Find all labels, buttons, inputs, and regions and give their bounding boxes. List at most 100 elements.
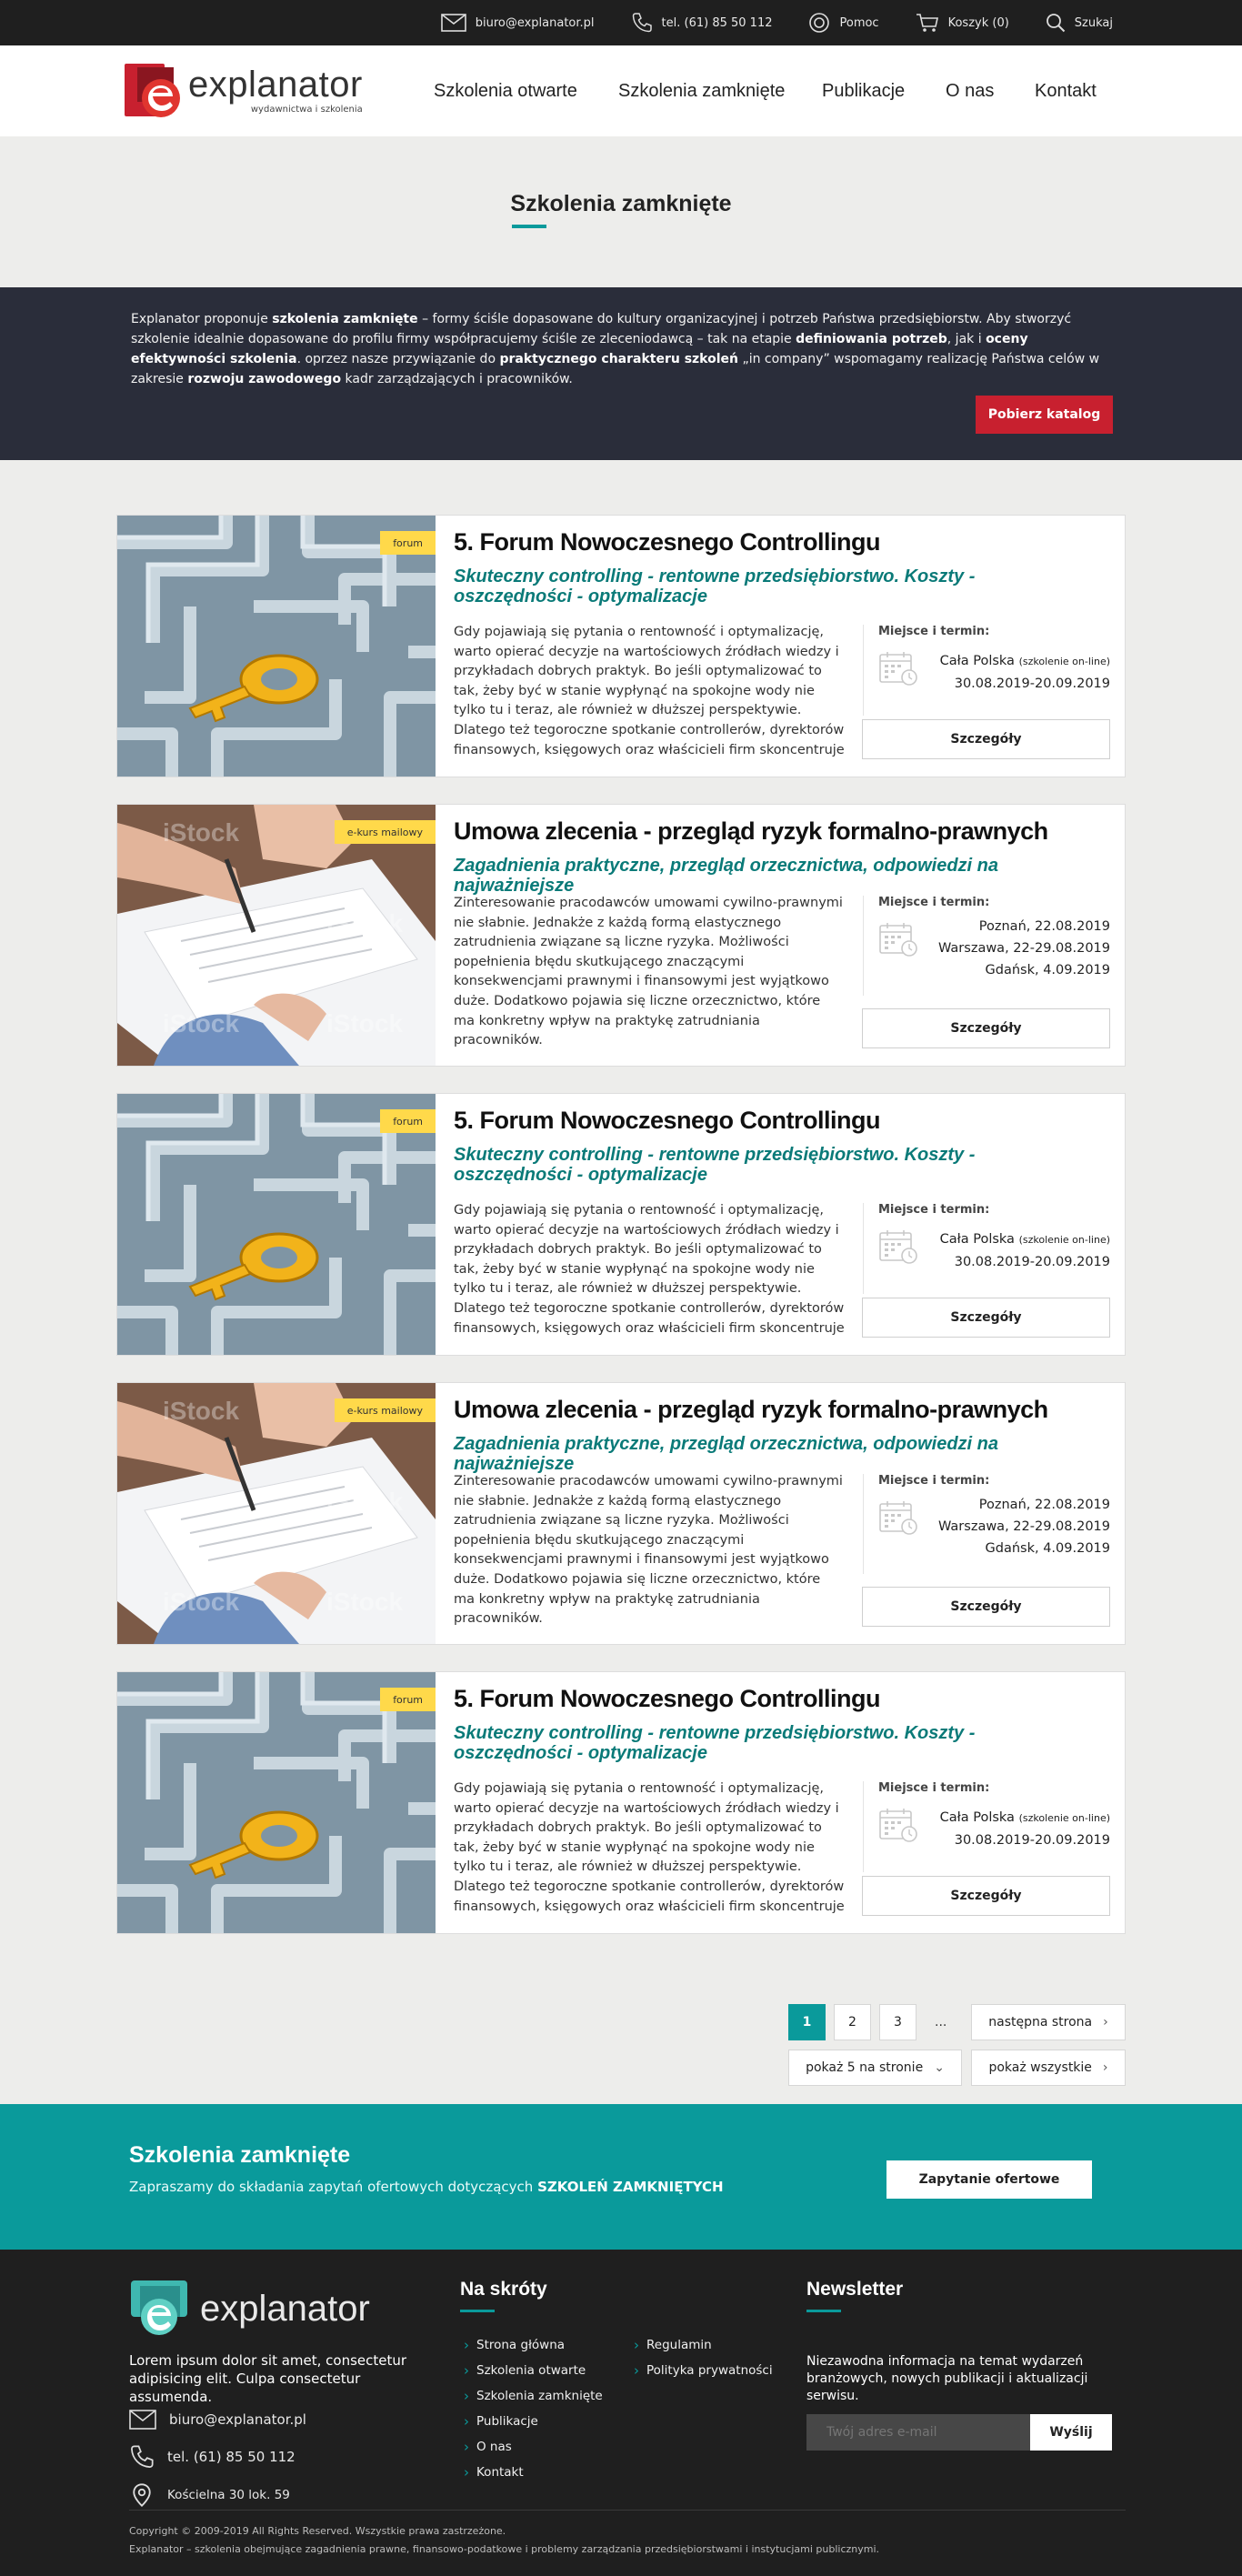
training-image[interactable]: iStock iStock iStock iStock e-kurs mailowy: [117, 805, 436, 1066]
footer-logo[interactable]: explanator: [129, 2279, 370, 2339]
svg-text:iStock: iStock: [326, 1488, 403, 1516]
training-date-list: Poznań, 22.08.2019 Warszawa, 22-29.08.201…: [938, 916, 1110, 981]
training-title[interactable]: Umowa zlecenia - przegląd ryzyk formalno…: [454, 817, 1048, 846]
training-dates: 30.08.2019-20.09.2019: [954, 677, 1110, 691]
footer-copyright: Copyright © 2009-2019 All Rights Reserve…: [129, 2525, 506, 2537]
topbar-search-link[interactable]: Szukaj: [1046, 13, 1113, 33]
topbar-help-text: Pomoc: [839, 15, 879, 30]
training-date-line: Gdańsk, 4.09.2019: [985, 1541, 1110, 1556]
calendar-icon: [878, 1499, 918, 1539]
page-button-3[interactable]: 3: [879, 2004, 916, 2040]
training-date-line: Poznań, 22.08.2019: [978, 1498, 1110, 1512]
topbar-email-link[interactable]: biuro@explanator.pl: [440, 14, 595, 32]
place-time-label: Miejsce i termin:: [878, 896, 990, 909]
topbar-cart-link[interactable]: Koszyk (0): [916, 13, 1009, 33]
training-image[interactable]: forum: [117, 1094, 436, 1355]
training-title[interactable]: 5. Forum Nowoczesnego Controllingu: [454, 1107, 881, 1135]
nav-szkolenia-otwarte[interactable]: Szkolenia otwarte: [434, 81, 577, 102]
training-subtitle: Skuteczny controlling - rentowne przedsi…: [454, 566, 976, 606]
training-title[interactable]: Umowa zlecenia - przegląd ryzyk formalno…: [454, 1396, 1048, 1424]
nav-kontakt[interactable]: Kontakt: [1035, 81, 1097, 102]
training-image[interactable]: iStock iStock iStock iStock e-kurs mailowy: [117, 1383, 436, 1644]
footer-newsletter-underline: [806, 2310, 841, 2312]
training-details-button[interactable]: Szczegóły: [862, 1298, 1110, 1338]
training-type-badge: e-kurs mailowy: [334, 820, 436, 844]
topbar-phone-text: tel. (61) 85 50 112: [661, 15, 773, 30]
training-image[interactable]: forum: [117, 1672, 436, 1933]
svg-text:iStock: iStock: [163, 1588, 239, 1616]
intro-text: Explanator proponuje szkolenia zamknięte…: [131, 312, 1100, 386]
training-place: Cała Polska (szkolenie on-line): [939, 1232, 1110, 1247]
training-details-button[interactable]: Szczegóły: [862, 1876, 1110, 1916]
newsletter-submit-button[interactable]: Wyślij: [1030, 2414, 1112, 2451]
training-title[interactable]: 5. Forum Nowoczesnego Controllingu: [454, 528, 881, 556]
page-button-2[interactable]: 2: [834, 2004, 871, 2040]
footer-link-o-nas[interactable]: O nas: [464, 2439, 512, 2455]
nav-publikacje[interactable]: Publikacje: [822, 81, 905, 102]
svg-text:iStock: iStock: [326, 909, 403, 937]
next-page-button[interactable]: następna strona ›: [971, 2004, 1126, 2040]
chevron-right-icon: ›: [1102, 2060, 1108, 2075]
download-catalog-button[interactable]: Pobierz katalog: [976, 396, 1113, 434]
show-all-button[interactable]: pokaż wszystkie ›: [971, 2050, 1126, 2086]
footer-link-publikacje[interactable]: Publikacje: [464, 2413, 538, 2430]
cta-band: Szkolenia zamknięte Zapraszamy do składa…: [0, 2104, 1242, 2250]
envelope-icon: [440, 14, 466, 32]
footer-link-kontakt[interactable]: Kontakt: [464, 2464, 524, 2481]
training-date-line: Poznań, 22.08.2019: [978, 919, 1110, 934]
training-dates: 30.08.2019-20.09.2019: [954, 1833, 1110, 1848]
footer-address-text: Kościelna 30 lok. 59: [167, 2488, 290, 2502]
footer-link-szkolenia-zamkniete[interactable]: Szkolenia zamknięte: [464, 2388, 603, 2404]
footer-link-polityka-prywatnosci[interactable]: Polityka prywatności: [634, 2362, 773, 2379]
training-card: iStock iStock iStock iStock e-kurs mailowy Um…: [116, 1382, 1126, 1645]
footer-phone-link[interactable]: tel. (61) 85 50 112: [129, 2444, 295, 2470]
svg-text:iStock: iStock: [326, 1009, 403, 1037]
training-details-button[interactable]: Szczegóły: [862, 1587, 1110, 1627]
training-subtitle: Zagadnienia praktyczne, przegląd orzeczn…: [454, 856, 999, 896]
footer-link-regulamin[interactable]: Regulamin: [634, 2337, 712, 2353]
training-date-list: Poznań, 22.08.2019 Warszawa, 22-29.08.201…: [938, 1494, 1110, 1559]
training-details-button[interactable]: Szczegóły: [862, 719, 1110, 759]
chevron-down-icon: ⌄: [934, 2060, 945, 2075]
per-page-select[interactable]: pokaż 5 na stronie ⌄: [788, 2050, 962, 2086]
training-description: Zinteresowanie pracodawców umowami cywil…: [454, 896, 843, 1048]
training-date-line: Gdańsk, 4.09.2019: [985, 963, 1110, 977]
top-utility-bar: biuro@explanator.pl tel. (61) 85 50 112 …: [0, 0, 1242, 45]
cart-icon: [916, 14, 938, 32]
topbar-phone-link[interactable]: tel. (61) 85 50 112: [631, 12, 773, 34]
place-time-label: Miejsce i termin:: [878, 1474, 990, 1488]
footer-email-link[interactable]: biuro@explanator.pl: [129, 2410, 306, 2430]
training-image[interactable]: forum: [117, 516, 436, 777]
search-icon: [1046, 14, 1066, 33]
training-schedule: Miejsce i termin: Cała Polska (szkolenie …: [863, 1781, 1110, 1872]
topbar-cart-text: Koszyk (0): [947, 15, 1009, 30]
nav-o-nas[interactable]: O nas: [946, 81, 994, 102]
training-description: Gdy pojawiają się pytania o rentowność i…: [454, 1203, 845, 1336]
training-card: forum 5. Forum Nowoczesnego Controllingu S…: [116, 515, 1126, 777]
training-dates: 30.08.2019-20.09.2019: [954, 1255, 1110, 1269]
training-type-badge: forum: [380, 1109, 436, 1133]
training-type-badge: forum: [380, 531, 436, 555]
topbar-help-link[interactable]: Pomoc: [808, 12, 879, 34]
site-header: explanator wydawnictwa i szkolenia Szkol…: [0, 45, 1242, 136]
place-time-label: Miejsce i termin:: [878, 625, 990, 638]
training-card: forum 5. Forum Nowoczesnego Controllingu S…: [116, 1093, 1126, 1356]
lifebuoy-icon: [809, 13, 830, 33]
training-details-button[interactable]: Szczegóły: [862, 1008, 1110, 1048]
footer-shortcuts-title: Na skróty: [460, 2279, 547, 2300]
svg-text:iStock: iStock: [326, 1588, 403, 1616]
page-title: Szkolenia zamknięte: [510, 191, 732, 216]
svg-text:iStock: iStock: [163, 818, 239, 847]
training-schedule: Miejsce i termin: Cała Polska (szkolenie …: [863, 625, 1110, 716]
footer-link-szkolenia-otwarte[interactable]: Szkolenia otwarte: [464, 2362, 586, 2379]
intro-band: Explanator proponuje szkolenia zamknięte…: [0, 287, 1242, 460]
request-offer-button[interactable]: Zapytanie ofertowe: [886, 2160, 1092, 2199]
main-nav: Szkolenia otwarte Szkolenia zamknięte Pu…: [0, 45, 1242, 136]
training-date-list: Cała Polska (szkolenie on-line) 30.08.201…: [940, 1228, 1110, 1273]
nav-szkolenia-zamkniete[interactable]: Szkolenia zamknięte: [618, 81, 785, 102]
newsletter-email-input[interactable]: [806, 2414, 1030, 2451]
page-button-1[interactable]: 1: [788, 2004, 826, 2040]
footer-link-strona-glowna[interactable]: Strona główna: [464, 2337, 565, 2353]
place-time-label: Miejsce i termin:: [878, 1203, 990, 1217]
training-title[interactable]: 5. Forum Nowoczesnego Controllingu: [454, 1685, 881, 1713]
